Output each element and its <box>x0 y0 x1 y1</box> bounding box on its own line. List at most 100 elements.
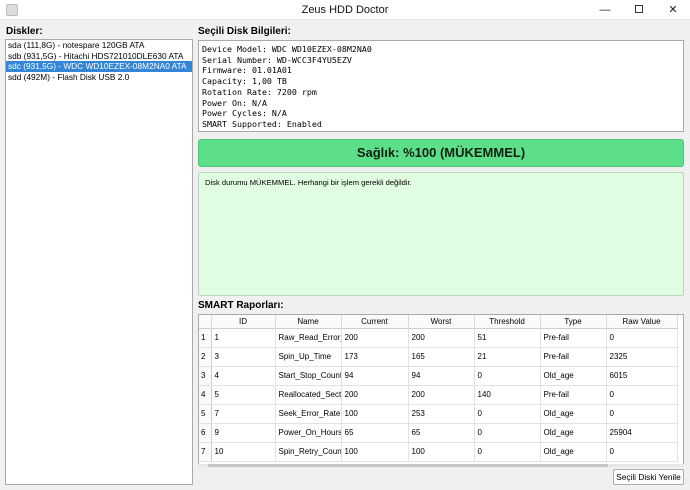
table-cell: 94 <box>341 366 409 386</box>
refresh-selected-disk-button[interactable]: Seçili Diski Yenile <box>613 469 684 485</box>
table-row[interactable]: 2 3 Spin_Up_Time 173 165 21 Pre-fail 2325 <box>199 347 678 367</box>
table-cell: 200 <box>408 328 475 348</box>
table-cell: 100 <box>408 442 475 462</box>
table-cell: Old_age <box>540 423 607 443</box>
table-cell: Pre-fail <box>540 347 607 367</box>
table-cell: 0 <box>606 404 678 424</box>
title-bar: Zeus HDD Doctor — ✕ <box>0 0 690 20</box>
table-cell: Spin_Up_Time <box>275 347 342 367</box>
table-cell: 165 <box>408 347 475 367</box>
window-title: Zeus HDD Doctor <box>301 4 389 16</box>
smart-table: ID Name Current Worst Threshold Type Raw Value… <box>199 315 678 462</box>
table-cell: 0 <box>474 423 541 443</box>
table-cell: 94 <box>408 366 475 386</box>
column-header[interactable]: Type <box>540 315 607 329</box>
table-cell: Old_age <box>540 442 607 462</box>
column-header[interactable]: Raw Value <box>606 315 678 329</box>
close-button[interactable]: ✕ <box>656 0 690 20</box>
disk-list-item[interactable]: sda (111,8G) - notespare 120GB ATA <box>6 40 192 51</box>
table-cell: 65 <box>408 423 475 443</box>
disk-info-line: Serial Number: WD-WCC3F4YU5EZV <box>202 54 352 65</box>
column-header[interactable]: Worst <box>408 315 475 329</box>
row-number: 7 <box>199 442 212 462</box>
table-cell: 100 <box>341 442 409 462</box>
table-cell: 25904 <box>606 423 678 443</box>
status-message-panel: Disk durumu MÜKEMMEL. Herhangi bir işlem… <box>198 172 684 296</box>
table-row[interactable]: 7 10 Spin_Retry_Count 100 100 0 Old_age 0 <box>199 442 678 462</box>
disk-info-panel: Device Model: WDC WD10EZEX-08M2NA0 Serial… <box>198 40 684 132</box>
table-row[interactable]: 5 7 Seek_Error_Rate 100 253 0 Old_age 0 <box>199 404 678 424</box>
row-number: 4 <box>199 385 212 405</box>
table-cell: Pre-fail <box>540 328 607 348</box>
table-cell: Reallocated_Sector_Ct <box>275 385 342 405</box>
smart-table-container[interactable]: ID Name Current Worst Threshold Type Raw Value… <box>198 314 684 465</box>
table-cell: 65 <box>341 423 409 443</box>
table-corner <box>199 315 212 329</box>
disk-info-line: Power On: N/A <box>202 97 267 108</box>
column-header[interactable]: Threshold <box>474 315 541 329</box>
status-message: Disk durumu MÜKEMMEL. Herhangi bir işlem… <box>205 178 412 187</box>
table-cell: 51 <box>474 328 541 348</box>
disk-list-item[interactable]: sdb (931,5G) - Hitachi HDS721010DLE630 A… <box>6 51 192 62</box>
table-cell: 253 <box>408 404 475 424</box>
table-cell: 2325 <box>606 347 678 367</box>
table-cell: 0 <box>474 366 541 386</box>
smart-label: SMART Raporları: <box>198 300 284 311</box>
disk-list[interactable]: sda (111,8G) - notespare 120GB ATA sdb (9… <box>5 39 193 485</box>
horizontal-scrollbar[interactable] <box>198 464 684 467</box>
table-cell: 100 <box>341 404 409 424</box>
disk-info-line: Rotation Rate: 7200 rpm <box>202 86 317 97</box>
scrollbar-thumb[interactable] <box>208 464 608 467</box>
table-cell: Spin_Retry_Count <box>275 442 342 462</box>
column-header[interactable]: Current <box>341 315 409 329</box>
disk-list-item[interactable]: sdd (492M) - Flash Disk USB 2.0 <box>6 72 192 83</box>
row-number: 1 <box>199 328 212 348</box>
table-header-row: ID Name Current Worst Threshold Type Raw Value <box>199 315 678 329</box>
table-cell: 5 <box>211 385 276 405</box>
table-cell: 140 <box>474 385 541 405</box>
table-cell: Old_age <box>540 366 607 386</box>
table-cell: Raw_Read_Error_Rate <box>275 328 342 348</box>
table-cell: 173 <box>341 347 409 367</box>
table-cell: 9 <box>211 423 276 443</box>
table-cell: 200 <box>408 385 475 405</box>
maximize-button[interactable] <box>622 0 656 20</box>
table-cell: 0 <box>474 404 541 424</box>
table-cell: Seek_Error_Rate <box>275 404 342 424</box>
maximize-icon <box>635 5 643 14</box>
table-cell: 3 <box>211 347 276 367</box>
table-cell: Power_On_Hours <box>275 423 342 443</box>
disk-info-line: Device Model: WDC WD10EZEX-08M2NA0 <box>202 44 372 54</box>
minimize-button[interactable]: — <box>588 0 622 20</box>
table-row[interactable]: 45Reallocated_Sector_Ct200200140Pre-fail… <box>199 385 678 405</box>
table-row[interactable]: 11Raw_Read_Error_Rate20020051Pre-fail0 <box>199 328 678 348</box>
table-cell: Old_age <box>540 404 607 424</box>
row-number: 6 <box>199 423 212 443</box>
disk-info-line: Power Cycles: N/A <box>202 108 287 119</box>
table-cell: 21 <box>474 347 541 367</box>
disk-info-label: Seçili Disk Bilgileri: <box>198 26 291 37</box>
disk-info-line: SMART Supported: Enabled <box>202 118 322 129</box>
table-cell: 0 <box>606 328 678 348</box>
table-cell: 0 <box>474 442 541 462</box>
table-cell: 6015 <box>606 366 678 386</box>
column-header[interactable]: ID <box>211 315 276 329</box>
table-cell: 0 <box>606 442 678 462</box>
table-cell: 200 <box>341 328 409 348</box>
table-row[interactable]: 6 9 Power_On_Hours 65 65 0 Old_age 25904 <box>199 423 678 443</box>
disk-list-item[interactable]: sdc (931,5G) - WDC WD10EZEX-08M2NA0 ATA <box>6 61 192 72</box>
health-status-bar: Sağlık: %100 (MÜKEMMEL) <box>198 139 684 167</box>
table-cell: 1 <box>211 328 276 348</box>
row-number: 5 <box>199 404 212 424</box>
disks-label: Diskler: <box>6 26 43 37</box>
row-number: 3 <box>199 366 212 386</box>
table-cell: Start_Stop_Count <box>275 366 342 386</box>
column-header[interactable]: Name <box>275 315 342 329</box>
table-cell: 200 <box>341 385 409 405</box>
table-cell: 7 <box>211 404 276 424</box>
table-cell: Pre-fail <box>540 385 607 405</box>
row-number: 2 <box>199 347 212 367</box>
table-cell: 4 <box>211 366 276 386</box>
table-cell: 0 <box>606 385 678 405</box>
table-row[interactable]: 3 4 Start_Stop_Count 94 94 0 Old_age 6015 <box>199 366 678 386</box>
